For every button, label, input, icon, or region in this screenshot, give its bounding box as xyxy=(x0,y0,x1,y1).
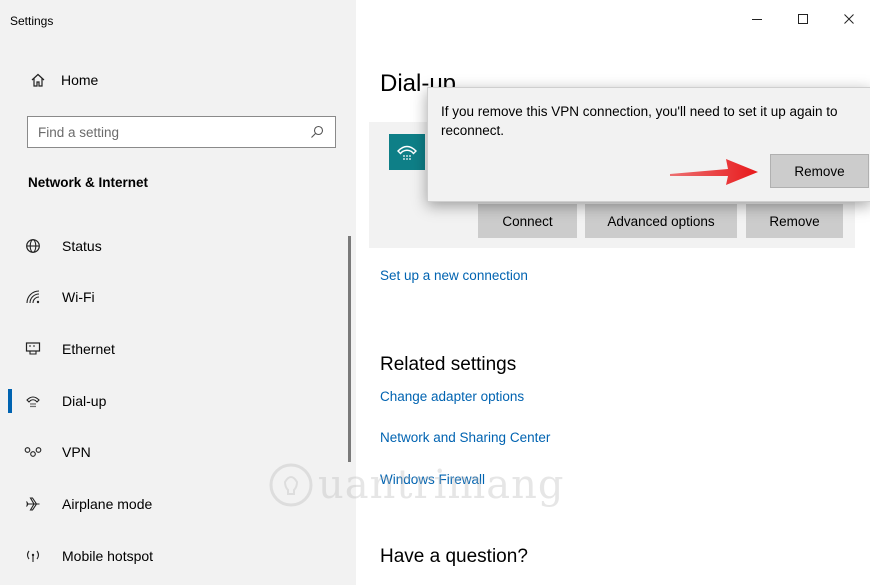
sidebar-item-wifi[interactable]: Wi-Fi xyxy=(0,275,350,319)
section-title: Network & Internet xyxy=(28,175,149,190)
home-icon xyxy=(30,72,46,88)
sidebar-item-label: Ethernet xyxy=(62,341,115,357)
sidebar-item-label: Airplane mode xyxy=(62,496,153,512)
active-indicator xyxy=(8,389,12,413)
connect-button[interactable]: Connect xyxy=(478,204,577,238)
home-label: Home xyxy=(61,72,99,88)
advanced-options-button[interactable]: Advanced options xyxy=(585,204,737,238)
minimize-button[interactable] xyxy=(734,4,780,34)
sidebar-item-label: Status xyxy=(62,238,102,254)
maximize-button[interactable] xyxy=(780,4,826,34)
search-box[interactable] xyxy=(27,116,336,148)
sidebar-item-ethernet[interactable]: Ethernet xyxy=(0,327,350,371)
sidebar-item-status[interactable]: Status xyxy=(0,224,350,268)
remove-button[interactable]: Remove xyxy=(746,204,843,238)
airplane-icon xyxy=(24,495,42,513)
flyout-message: If you remove this VPN connection, you'l… xyxy=(441,104,838,138)
app-title: Settings xyxy=(10,14,54,28)
bulb-logo-icon xyxy=(269,463,313,507)
remove-confirmation-flyout: If you remove this VPN connection, you'l… xyxy=(427,87,870,202)
vpn-icon xyxy=(24,443,42,461)
sidebar-item-label: Wi-Fi xyxy=(62,289,95,305)
confirm-remove-button[interactable]: Remove xyxy=(770,154,869,188)
dial-up-icon xyxy=(24,392,42,410)
hotspot-icon xyxy=(24,547,42,565)
close-icon xyxy=(844,14,854,24)
red-arrow-icon xyxy=(670,159,758,185)
maximize-icon xyxy=(798,14,808,24)
sidebar-item-label: Dial-up xyxy=(62,393,107,409)
minimize-icon xyxy=(752,19,762,20)
watermark: uantrimang xyxy=(268,462,565,508)
change-adapter-options-link[interactable]: Change adapter options xyxy=(380,389,524,404)
search-icon[interactable] xyxy=(309,124,325,140)
sidebar-item-dial-up[interactable]: Dial-up xyxy=(0,379,350,423)
close-button[interactable] xyxy=(826,4,870,34)
sidebar-item-label: VPN xyxy=(62,444,91,460)
globe-icon xyxy=(24,237,42,255)
network-sharing-center-link[interactable]: Network and Sharing Center xyxy=(380,430,550,445)
related-settings-heading: Related settings xyxy=(380,354,517,375)
setup-connection-link[interactable]: Set up a new connection xyxy=(380,268,528,283)
sidebar-item-mobile-hotspot[interactable]: Mobile hotspot xyxy=(0,534,350,578)
wifi-icon xyxy=(24,288,42,306)
home-link[interactable]: Home xyxy=(30,72,98,88)
sidebar-scrollbar[interactable] xyxy=(348,236,351,462)
watermark-text: uantrimang xyxy=(318,462,565,508)
question-heading: Have a question? xyxy=(380,546,528,567)
dial-up-tile-icon xyxy=(389,134,425,170)
ethernet-icon xyxy=(24,340,42,358)
sidebar-item-label: Mobile hotspot xyxy=(62,548,154,564)
search-input[interactable] xyxy=(38,124,309,140)
